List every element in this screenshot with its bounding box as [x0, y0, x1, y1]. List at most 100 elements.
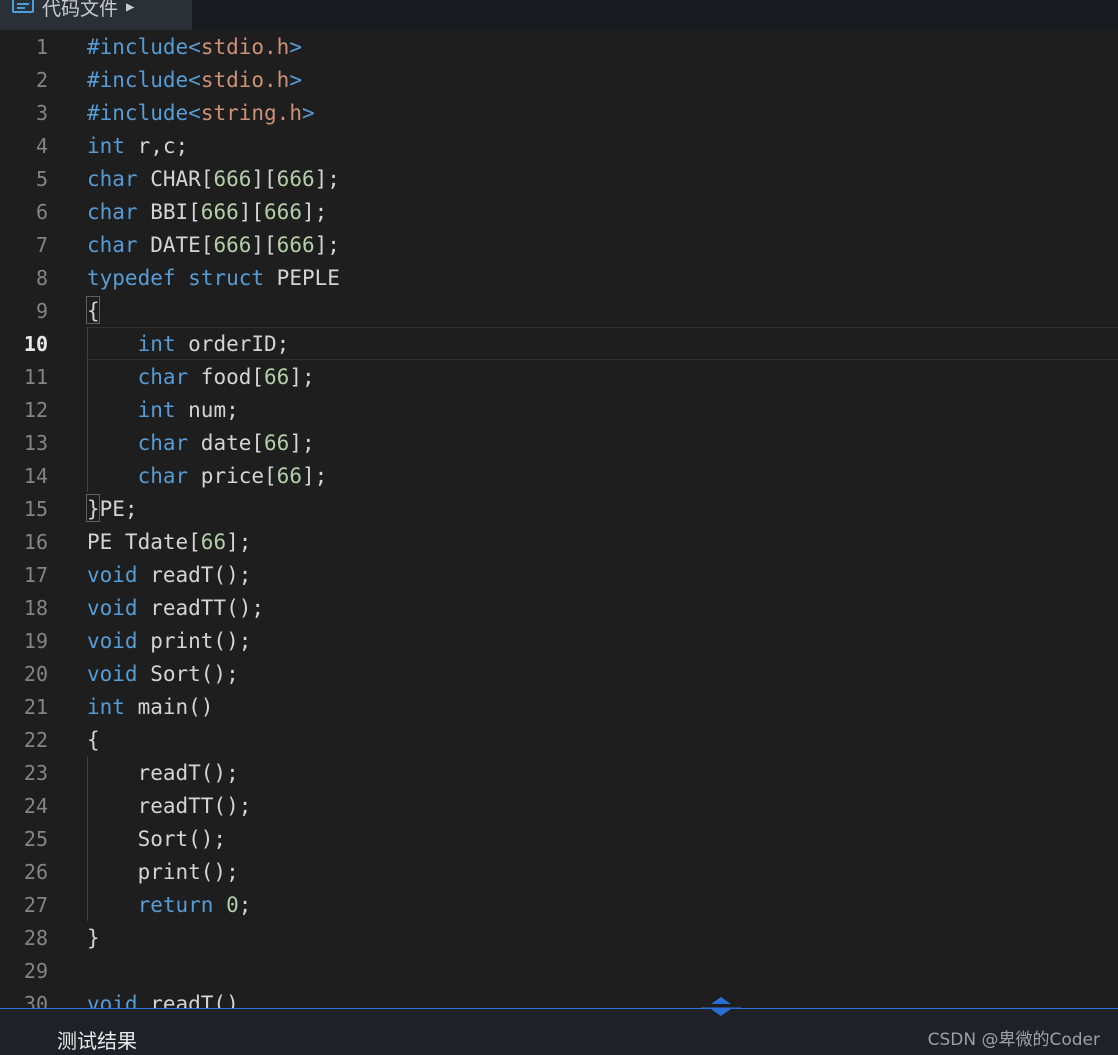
tab-arrow-icon[interactable]: ▶ [126, 0, 134, 15]
line-number: 12 [23, 397, 48, 422]
code-token: Sort(); [137, 661, 239, 686]
code-token: date[ [188, 430, 265, 455]
code-line[interactable]: 26 print(); [0, 855, 1118, 888]
code-text: print(); [87, 855, 239, 888]
code-token: char [137, 364, 189, 389]
code-token: < [188, 67, 201, 92]
code-line[interactable]: 5 char CHAR[666][666]; [0, 162, 1118, 195]
code-token: 66 [276, 463, 302, 488]
code-text: char food[66]; [87, 360, 315, 393]
code-text: int orderID; [87, 327, 290, 360]
line-number: 25 [23, 826, 48, 851]
code-line[interactable]: 8 typedef struct PEPLE [0, 261, 1118, 294]
code-token: price[ [188, 463, 277, 488]
code-line[interactable]: 9{ [0, 294, 1118, 327]
code-token: < [188, 100, 201, 125]
code-line[interactable]: 12 int num; [0, 393, 1118, 426]
code-token: char [137, 430, 189, 455]
line-number: 7 [35, 232, 48, 257]
code-line[interactable]: 13 char date[66]; [0, 426, 1118, 459]
code-line[interactable]: 2 #include < stdio.h > [0, 63, 1118, 96]
code-editor[interactable]: 1 #include < stdio.h >2 #include < stdio.h >3 #in… [0, 30, 1118, 1008]
tab-label: 代码文件 [42, 0, 119, 20]
code-text: PE Tdate[66]; [87, 525, 251, 558]
resize-handle-icon[interactable] [701, 990, 741, 1020]
code-text: char CHAR[666][666]; [87, 162, 340, 195]
tab-bar: 代码文件 ▶ [0, 0, 1118, 30]
code-token: #include [87, 34, 189, 59]
code-line[interactable]: 24 readTT(); [0, 789, 1118, 822]
code-line[interactable]: 29 [0, 954, 1118, 987]
line-number: 2 [35, 67, 48, 92]
code-line[interactable]: 27 return 0; [0, 888, 1118, 921]
line-number: 17 [23, 562, 48, 587]
code-text: int main() [87, 690, 213, 723]
test-results-tab[interactable]: 测试结果 [57, 1025, 137, 1054]
code-text: void print(); [87, 624, 251, 657]
code-token: ][ [251, 166, 277, 191]
bottom-panel: 测试结果 CSDN @卑微的Coder [0, 1008, 1118, 1055]
code-token: ][ [251, 232, 277, 257]
code-text: return 0; [87, 888, 252, 921]
code-text: void readT() [87, 987, 239, 1009]
code-line[interactable]: 15}PE; [0, 492, 1118, 525]
code-line[interactable]: 25 Sort(); [0, 822, 1118, 855]
code-line[interactable]: 6 char BBI[666][666]; [0, 195, 1118, 228]
code-token: int [87, 133, 125, 158]
code-line[interactable]: 17 void readT(); [0, 558, 1118, 591]
line-number: 20 [23, 661, 48, 686]
code-line[interactable]: 14 char price[66]; [0, 459, 1118, 492]
code-token: { [87, 298, 100, 323]
code-line[interactable]: 1 #include < stdio.h > [0, 30, 1118, 63]
code-token: 666 [276, 232, 315, 257]
code-token: ; [238, 892, 252, 917]
code-token: Sort(); [87, 826, 227, 851]
code-token: 666 [264, 199, 302, 224]
code-line[interactable]: 28} [0, 921, 1118, 954]
code-token: > [289, 34, 302, 59]
code-file-icon [12, 0, 34, 13]
code-line[interactable]: 18 void readTT(); [0, 591, 1118, 624]
code-token: 0 [226, 892, 239, 917]
code-text: Sort(); [87, 822, 227, 855]
code-line[interactable]: 19 void print(); [0, 624, 1118, 657]
code-line[interactable]: 23 readT(); [0, 756, 1118, 789]
code-token: 666 [213, 166, 252, 191]
code-line[interactable]: 4 int r,c; [0, 129, 1118, 162]
line-number: 9 [35, 298, 48, 323]
code-token: { [87, 727, 100, 752]
code-text: #include < stdio.h > [87, 63, 302, 96]
code-token: }PE; [87, 496, 138, 521]
code-line[interactable]: 7 char DATE[666][666]; [0, 228, 1118, 261]
code-text: typedef struct PEPLE [87, 261, 340, 294]
code-token: int [137, 397, 176, 422]
code-line[interactable]: 16 PE Tdate[66]; [0, 525, 1118, 558]
tab-code-file[interactable]: 代码文件 ▶ [0, 0, 192, 30]
line-number: 8 [35, 265, 48, 290]
code-line[interactable]: 3 #include < string.h > [0, 96, 1118, 129]
code-line[interactable]: 20 void Sort(); [0, 657, 1118, 690]
code-line[interactable]: 11 char food[66]; [0, 360, 1118, 393]
code-token: stdio.h [200, 34, 290, 59]
code-token: void [87, 595, 138, 620]
code-line[interactable]: 21 int main() [0, 690, 1118, 723]
code-text: }PE; [87, 492, 138, 525]
code-token: PEPLE [264, 265, 340, 290]
code-text: char BBI[666][666]; [87, 195, 327, 228]
code-token: 666 [276, 166, 315, 191]
code-line[interactable]: 22 { [0, 723, 1118, 756]
code-token: ]; [314, 166, 340, 191]
code-token: struct [188, 265, 265, 290]
code-token: void [87, 562, 138, 587]
code-line[interactable]: 10 int orderID; [0, 327, 1118, 360]
code-token: void [87, 628, 138, 653]
code-text: char date[66]; [87, 426, 315, 459]
line-number: 1 [35, 34, 48, 59]
code-line[interactable]: 30 void readT() [0, 987, 1118, 1009]
